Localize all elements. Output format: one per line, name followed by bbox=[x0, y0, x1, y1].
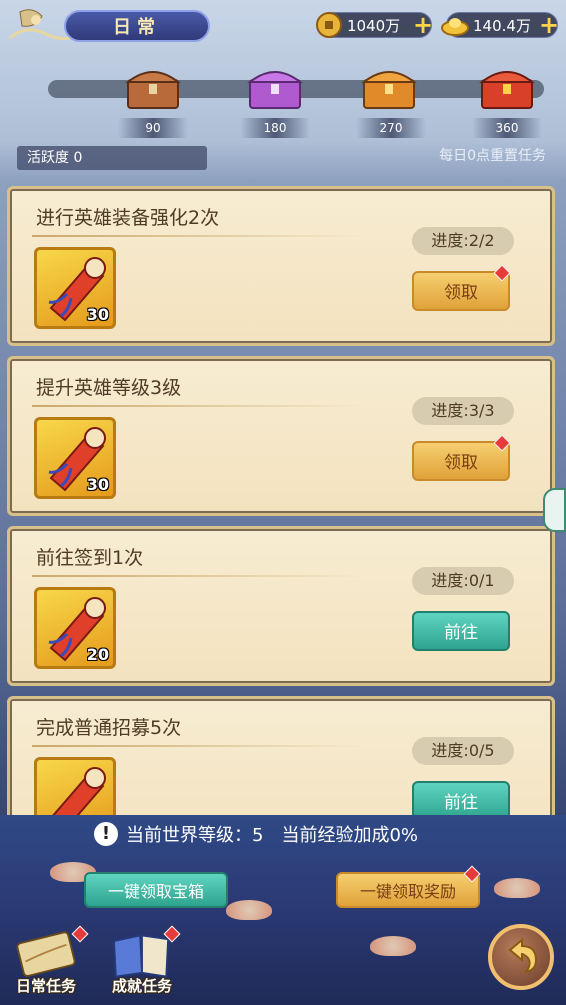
activity-points: 活跃度 0 bbox=[17, 146, 207, 170]
claim-button[interactable]: 领取 bbox=[412, 271, 510, 311]
task-progress: 进度:0/5 bbox=[412, 737, 514, 765]
lotus-decoration bbox=[226, 900, 272, 920]
tab-achievement-tasks[interactable]: 成就任务 bbox=[102, 925, 182, 998]
reward-count: 30 bbox=[86, 305, 109, 324]
go-button[interactable]: 前往 bbox=[412, 611, 510, 651]
task-title: 前往签到1次 bbox=[36, 547, 144, 569]
gold-ingot-icon bbox=[441, 18, 469, 36]
claim-button[interactable]: 领取 bbox=[412, 441, 510, 481]
title-divider bbox=[32, 235, 362, 237]
claim-all-rewards-button[interactable]: 一键领取奖励 bbox=[336, 872, 480, 908]
task-title: 完成普通招募5次 bbox=[36, 717, 182, 739]
tab-label: 成就任务 bbox=[111, 977, 172, 995]
task-progress: 进度:3/3 bbox=[412, 397, 514, 425]
task-card: 前往签到1次 进度:0/1 20 前往 bbox=[7, 526, 555, 686]
task-card: 进行英雄装备强化2次 进度:2/2 30 领取 bbox=[7, 186, 555, 346]
add-copper-button[interactable]: + bbox=[411, 13, 435, 38]
task-list[interactable]: 进行英雄装备强化2次 进度:2/2 30 领取 提升英雄等级3级 进度:3/3 … bbox=[0, 180, 566, 815]
task-title: 提升英雄等级3级 bbox=[36, 377, 182, 399]
reward-item[interactable]: 20 bbox=[34, 587, 116, 669]
page-title: 日常 bbox=[64, 10, 210, 42]
task-title: 进行英雄装备强化2次 bbox=[36, 207, 220, 229]
copper-coin-balance: 1040万 + bbox=[316, 12, 435, 38]
reward-count: 30 bbox=[86, 475, 109, 494]
panda-helper-icon[interactable] bbox=[543, 488, 566, 532]
info-icon: ! bbox=[94, 822, 118, 846]
gold-ingot-value: 140.4万 bbox=[473, 16, 531, 35]
add-gold-button[interactable]: + bbox=[537, 13, 561, 38]
back-arrow-icon bbox=[508, 937, 538, 974]
chest-180-icon[interactable] bbox=[244, 62, 306, 112]
back-button[interactable] bbox=[488, 924, 554, 990]
milestone-label: 360 bbox=[472, 118, 542, 138]
task-progress: 进度:0/1 bbox=[412, 567, 514, 595]
copper-coin-value: 1040万 bbox=[347, 16, 401, 35]
reward-item[interactable]: 30 bbox=[34, 417, 116, 499]
claim-chests-button[interactable]: 一键领取宝箱 bbox=[84, 872, 228, 908]
chest-360-icon[interactable] bbox=[476, 62, 538, 112]
milestone-label: 180 bbox=[240, 118, 310, 138]
reward-item[interactable]: 30 bbox=[34, 247, 116, 329]
tab-daily-tasks[interactable]: 日常任务 bbox=[6, 925, 89, 998]
reward-count: 20 bbox=[86, 645, 109, 664]
lotus-decoration bbox=[494, 878, 540, 898]
go-button[interactable]: 前往 bbox=[412, 781, 510, 815]
title-divider bbox=[32, 745, 362, 747]
tab-label: 日常任务 bbox=[15, 977, 76, 995]
task-progress: 进度:2/2 bbox=[412, 227, 514, 255]
scroll-reward-icon bbox=[52, 767, 106, 815]
world-level-info: ! 当前世界等级：5 当前经验加成0% bbox=[94, 820, 418, 848]
top-bar: 日常 1040万 + 140.4万 + bbox=[0, 0, 566, 52]
milestone-label: 90 bbox=[118, 118, 188, 138]
task-card: 完成普通招募5次 进度:0/5 前往 bbox=[7, 696, 555, 815]
world-level-text: 当前世界等级：5 当前经验加成0% bbox=[126, 825, 419, 846]
chest-270-icon[interactable] bbox=[358, 62, 420, 112]
title-divider bbox=[32, 575, 362, 577]
gold-ingot-balance: 140.4万 + bbox=[441, 12, 561, 38]
task-card: 提升英雄等级3级 进度:3/3 30 领取 bbox=[7, 356, 555, 516]
lotus-decoration bbox=[370, 936, 416, 956]
reset-note: 每日0点重置任务 bbox=[439, 148, 546, 164]
copper-coin-icon bbox=[316, 12, 342, 38]
reward-item[interactable] bbox=[34, 757, 116, 815]
title-divider bbox=[32, 405, 362, 407]
chest-90-icon[interactable] bbox=[122, 62, 184, 112]
milestone-label: 270 bbox=[356, 118, 426, 138]
